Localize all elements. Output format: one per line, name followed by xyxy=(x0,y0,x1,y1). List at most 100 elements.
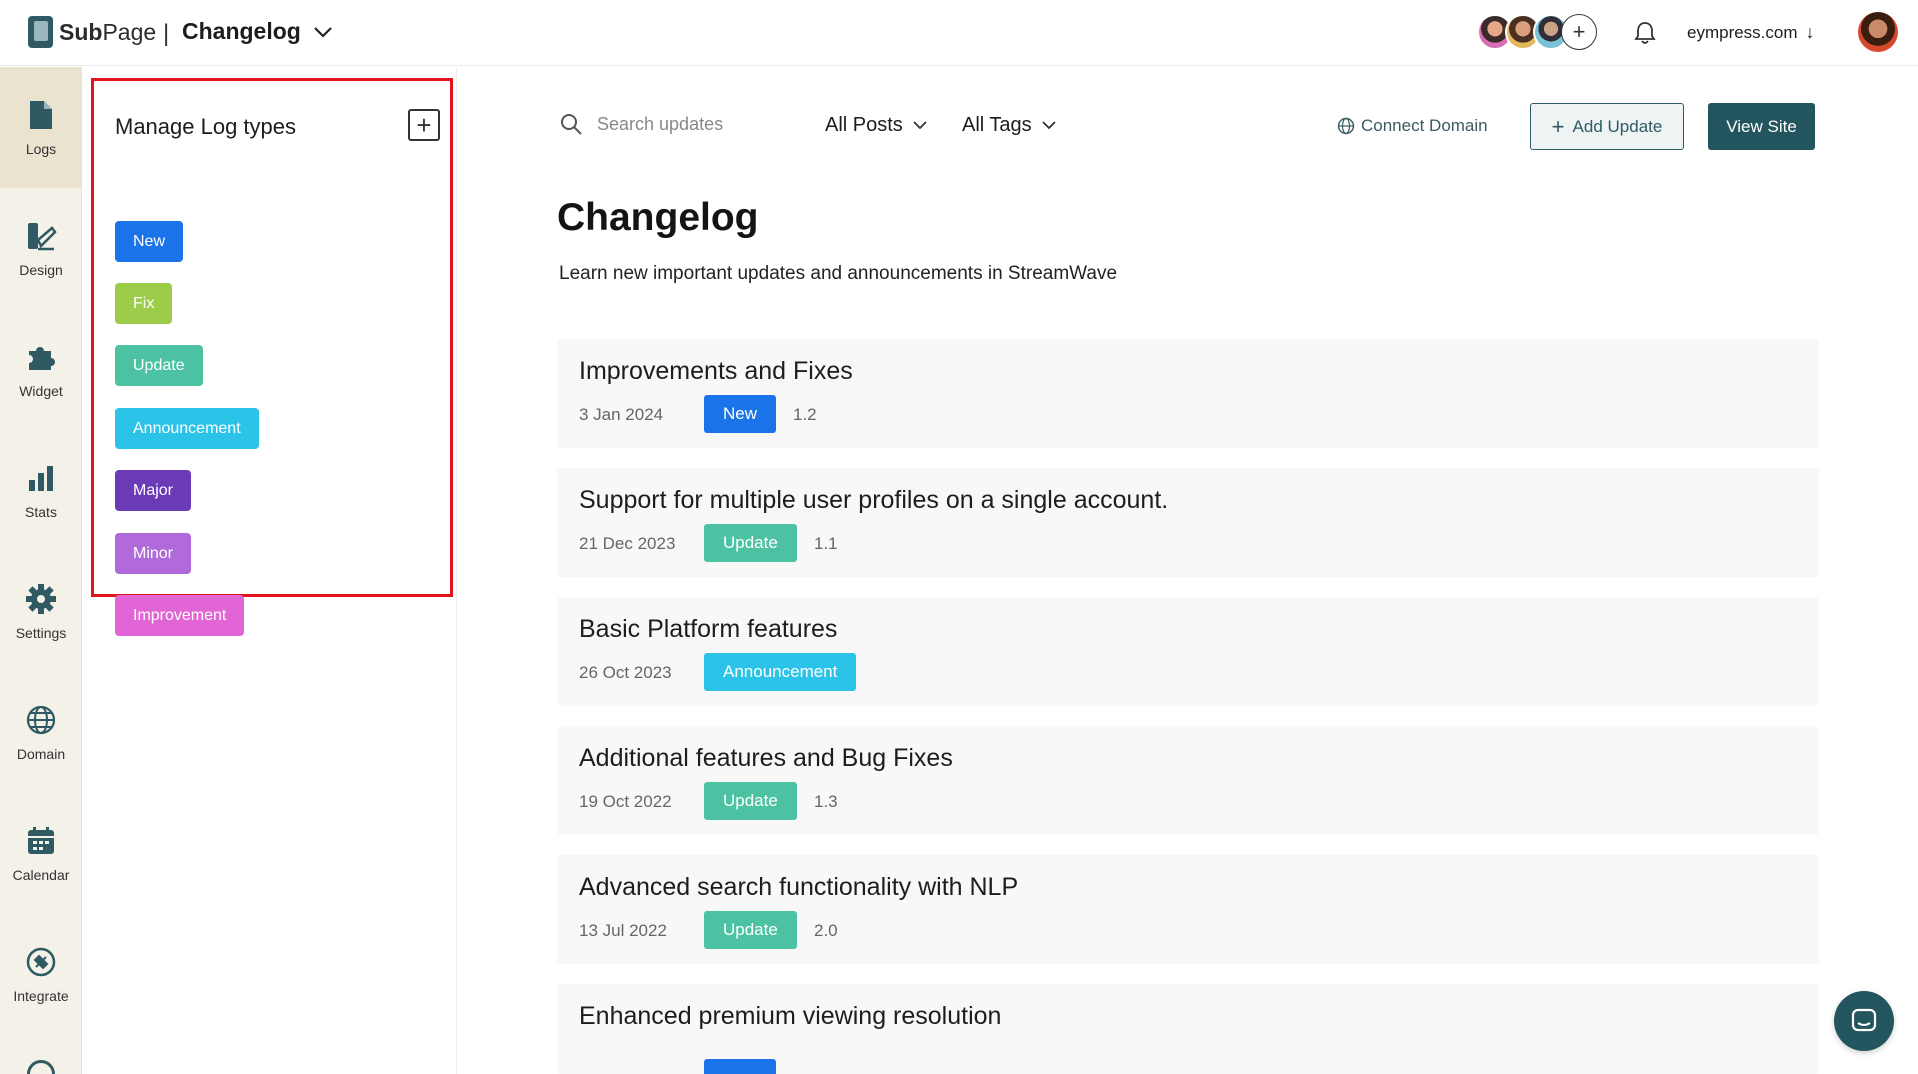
post-title: Advanced search functionality with NLP xyxy=(579,873,1019,901)
post-version: 2.0 xyxy=(814,921,838,940)
post-date: 21 Dec 2023 xyxy=(579,534,676,553)
post-date: 13 Jul 2022 xyxy=(579,921,667,940)
posts-filter-dropdown[interactable]: All Posts xyxy=(825,114,927,137)
changelog-post[interactable]: Support for multiple user profiles on a … xyxy=(557,468,1819,577)
add-member-button[interactable]: + xyxy=(1561,14,1597,50)
post-version: 1.3 xyxy=(814,792,838,811)
log-type-label: Announcement xyxy=(133,419,241,437)
sidebar-item-domain[interactable]: Domain xyxy=(0,672,82,793)
sidebar-item-label: Integrate xyxy=(13,987,69,1004)
arrow-down-icon: ↓ xyxy=(1805,22,1815,42)
search-input[interactable] xyxy=(597,113,797,135)
chat-icon xyxy=(1851,1008,1877,1032)
post-tag: Update xyxy=(704,524,797,562)
document-icon xyxy=(25,99,57,131)
post-title: Basic Platform features xyxy=(579,615,838,643)
view-site-label: View Site xyxy=(1726,116,1797,136)
sidebar-item-widget[interactable]: Widget xyxy=(0,309,82,430)
view-site-button[interactable]: View Site xyxy=(1708,103,1815,150)
sidebar-rail: Logs Design Widget Stats Settings Domain xyxy=(0,67,82,1074)
log-type-improvement[interactable]: Improvement xyxy=(115,595,245,636)
post-title: Improvements and Fixes xyxy=(579,357,853,385)
add-update-label: Add Update xyxy=(1572,116,1663,136)
changelog-post[interactable]: Advanced search functionality with NLP 1… xyxy=(557,855,1819,964)
log-types-panel: Manage Log types + New Fix Update Announ… xyxy=(82,67,457,1074)
connect-domain-label: Connect Domain xyxy=(1361,116,1488,135)
top-bar: SubPage | Changelog + eympress.com ↓ xyxy=(0,0,1918,66)
post-tag: Update xyxy=(704,911,797,949)
chevron-down-icon xyxy=(1042,121,1056,130)
team-avatars[interactable]: + xyxy=(1477,14,1597,50)
post-version: 1.2 xyxy=(793,405,817,424)
breadcrumb-title: Changelog xyxy=(182,18,301,44)
log-type-minor[interactable]: Minor xyxy=(115,533,192,574)
log-type-update[interactable]: Update xyxy=(115,345,203,386)
post-tag: Update xyxy=(704,782,797,820)
post-date: 19 Oct 2022 xyxy=(579,792,672,811)
post-tag: New xyxy=(704,395,777,433)
manage-log-types-highlight: Manage Log types + New Fix Update Announ… xyxy=(91,78,453,636)
plus-icon: + xyxy=(1572,19,1586,44)
tags-filter-dropdown[interactable]: All Tags xyxy=(962,114,1056,137)
sidebar-item-label: Stats xyxy=(25,503,57,520)
filter-label: All Tags xyxy=(962,114,1032,136)
panel-title: Manage Log types xyxy=(115,114,297,139)
connect-domain-link[interactable]: Connect Domain xyxy=(1337,116,1488,136)
user-avatar[interactable] xyxy=(1858,12,1898,52)
globe-icon xyxy=(25,704,57,736)
sidebar-item-settings[interactable]: Settings xyxy=(0,551,82,672)
chat-support-button[interactable] xyxy=(1834,991,1894,1051)
log-type-announcement[interactable]: Announcement xyxy=(115,408,259,449)
page-subtitle: Learn new important updates and announce… xyxy=(559,263,1118,284)
log-type-major[interactable]: Major xyxy=(115,470,192,511)
post-tag xyxy=(704,1059,776,1074)
changelog-post[interactable]: Enhanced premium viewing resolution xyxy=(557,984,1819,1074)
page-title: Changelog xyxy=(557,196,759,239)
search-bar[interactable] xyxy=(559,112,797,136)
main-content: All Posts All Tags Connect Domain + Add … xyxy=(457,67,1918,1074)
log-type-label: Update xyxy=(133,356,185,374)
log-type-label: Fix xyxy=(133,294,155,312)
post-title: Support for multiple user profiles on a … xyxy=(579,486,1169,514)
project-switcher[interactable]: Changelog xyxy=(182,18,333,45)
post-date: 3 Jan 2024 xyxy=(579,405,664,424)
chevron-down-icon xyxy=(314,26,332,38)
sidebar-item-stats[interactable]: Stats xyxy=(0,430,82,551)
changelog-post[interactable]: Basic Platform features 26 Oct 2023 Anno… xyxy=(557,597,1819,706)
post-version: 1.1 xyxy=(814,534,838,553)
add-log-type-button[interactable]: + xyxy=(408,109,440,141)
changelog-post[interactable]: Additional features and Bug Fixes 19 Oct… xyxy=(557,726,1819,835)
add-update-button[interactable]: + Add Update xyxy=(1530,103,1684,150)
log-type-fix[interactable]: Fix xyxy=(115,283,173,324)
help-icon[interactable] xyxy=(27,1060,55,1074)
changelog-post[interactable]: Improvements and Fixes 3 Jan 2024 New 1.… xyxy=(557,339,1819,448)
plug-icon xyxy=(25,946,57,978)
palette-icon xyxy=(25,220,57,252)
breadcrumb-separator: | xyxy=(163,20,170,47)
plus-icon: + xyxy=(416,110,432,140)
globe-icon xyxy=(1337,117,1355,135)
log-type-new[interactable]: New xyxy=(115,221,184,262)
sidebar-item-logs[interactable]: Logs xyxy=(0,67,82,188)
calendar-icon xyxy=(25,825,57,857)
sidebar-item-design[interactable]: Design xyxy=(0,188,82,309)
sidebar-item-label: Logs xyxy=(25,140,57,157)
brand-name: SubPage xyxy=(59,18,157,45)
sidebar-item-integrate[interactable]: Integrate xyxy=(0,914,82,1035)
log-type-label: Major xyxy=(133,481,174,499)
filter-label: All Posts xyxy=(825,114,903,136)
bell-icon[interactable] xyxy=(1633,20,1657,46)
sidebar-item-label: Design xyxy=(19,261,63,278)
post-tag: Announcement xyxy=(704,653,857,691)
search-icon xyxy=(561,114,582,135)
brand-logo[interactable]: SubPage xyxy=(28,16,156,48)
chevron-down-icon xyxy=(913,121,927,130)
sidebar-item-label: Domain xyxy=(16,745,66,762)
log-type-label: Minor xyxy=(133,544,174,562)
subpage-logo-icon xyxy=(28,16,53,48)
puzzle-icon xyxy=(25,341,57,373)
sidebar-item-label: Settings xyxy=(15,624,67,641)
site-selector[interactable]: eympress.com ↓ xyxy=(1687,22,1815,43)
site-name: eympress.com xyxy=(1687,22,1798,42)
sidebar-item-calendar[interactable]: Calendar xyxy=(0,793,82,914)
